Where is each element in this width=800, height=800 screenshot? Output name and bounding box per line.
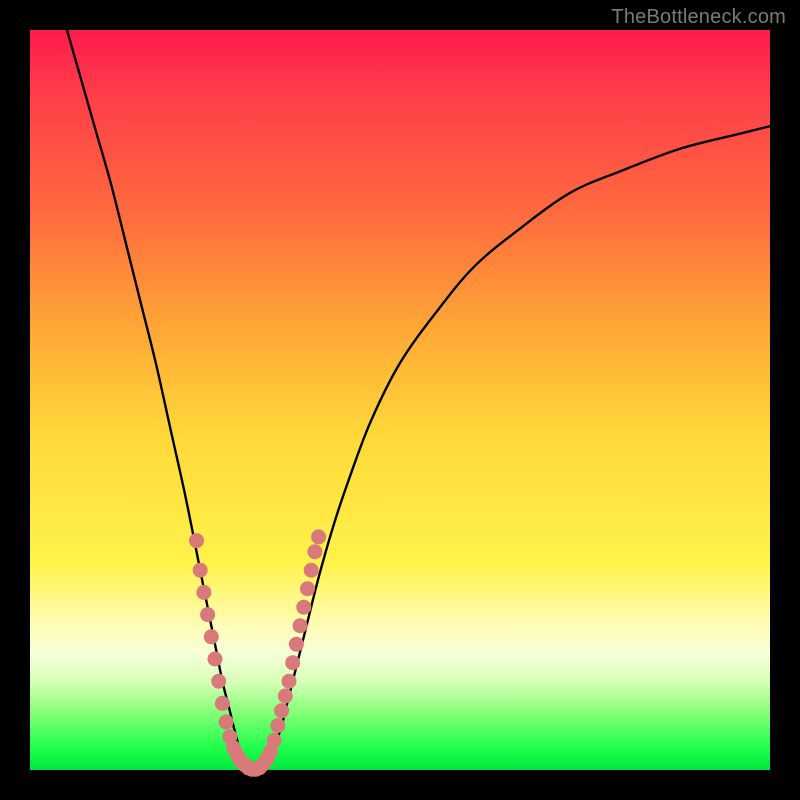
sample-dot xyxy=(208,652,223,667)
sample-dot xyxy=(304,563,319,578)
sample-dot xyxy=(267,733,282,748)
sample-dot xyxy=(204,629,219,644)
sample-dot xyxy=(311,529,326,544)
sample-dot xyxy=(296,600,311,615)
bottleneck-curve xyxy=(67,30,770,771)
sample-dot xyxy=(300,581,315,596)
watermark-text: TheBottleneck.com xyxy=(611,6,786,29)
sample-dot xyxy=(289,637,304,652)
sample-dot xyxy=(282,674,297,689)
sample-dot xyxy=(219,714,234,729)
sample-dot xyxy=(211,674,226,689)
sample-dot xyxy=(215,696,230,711)
sample-dot xyxy=(307,544,322,559)
bottleneck-curve-svg xyxy=(30,30,770,770)
sample-dot xyxy=(285,655,300,670)
sample-dot xyxy=(200,607,215,622)
sample-dot xyxy=(196,585,211,600)
sample-dot xyxy=(270,718,285,733)
sample-dot xyxy=(189,533,204,548)
sample-dot xyxy=(193,563,208,578)
sample-dot xyxy=(274,703,289,718)
sample-dot xyxy=(278,689,293,704)
sample-dot xyxy=(293,618,308,633)
sample-dots xyxy=(189,529,326,776)
